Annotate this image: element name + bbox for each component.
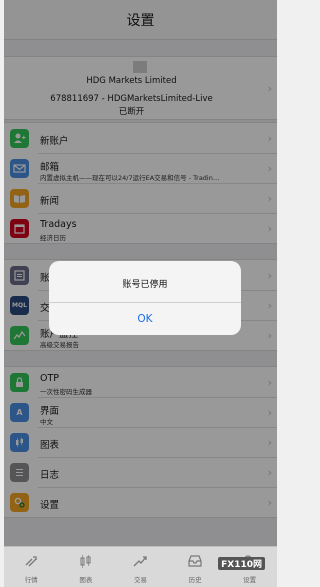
tab-charts[interactable]: 图表 [59,547,114,587]
mt-settings-screen: 设置 HDG Markets Limited 678811697 - HDGMa… [4,0,277,587]
tab-quotes[interactable]: 行情 [4,547,59,587]
history-tab-icon [186,552,204,570]
tab-label: 设置 [243,576,257,584]
tab-label: 历史 [188,576,202,584]
watermark-logo: FX110网 [218,557,265,570]
tab-label: 交易 [133,576,147,584]
ok-button[interactable]: OK [49,302,241,335]
trade-tab-icon [131,552,149,570]
quotes-icon [22,552,40,570]
tab-trade[interactable]: 交易 [113,547,168,587]
alert-message: 账号已停用 [122,280,168,290]
tab-history[interactable]: 历史 [168,547,223,587]
tab-label: 行情 [24,576,38,584]
tab-label: 图表 [79,576,93,584]
chart-tab-icon [77,552,95,570]
alert-dialog: 账号已停用 OK [49,261,241,335]
